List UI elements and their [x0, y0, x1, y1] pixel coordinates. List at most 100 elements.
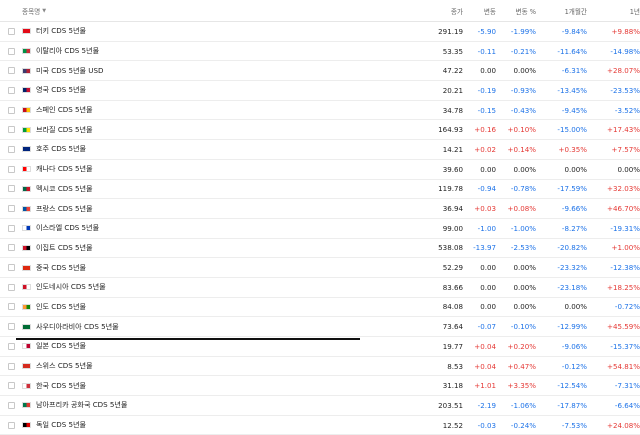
star-icon[interactable] [7, 165, 15, 173]
table-row[interactable]: 사우디아라비아 CDS 5년물 73.64 -0.07 -0.10% -12.99% +4… [0, 317, 640, 337]
table-row[interactable]: 프랑스 CDS 5년물 36.94 +0.03 +0.08% -9.66% +46.70% [0, 199, 640, 219]
instrument-name[interactable]: 멕시코 CDS 5년물 [36, 184, 93, 194]
star-icon[interactable] [7, 145, 15, 153]
star-cell[interactable] [0, 224, 22, 232]
instrument-name[interactable]: 브라질 CDS 5년물 [36, 125, 93, 135]
table-row[interactable]: 스페인 CDS 5년물 34.78 -0.15 -0.43% -9.45% -3.52% [0, 101, 640, 121]
star-cell[interactable] [0, 126, 22, 134]
name-cell[interactable]: 터키 CDS 5년물 [22, 26, 360, 36]
instrument-name[interactable]: 이집트 CDS 5년물 [36, 243, 93, 253]
name-cell[interactable]: 인도 CDS 5년물 [22, 302, 360, 312]
header-chg[interactable]: 변동 [463, 6, 496, 16]
instrument-name[interactable]: 호주 CDS 5년물 [36, 144, 86, 154]
star-icon[interactable] [7, 283, 15, 291]
table-row[interactable]: 인도네시아 CDS 5년물 83.66 0.00 0.00% -23.18% +18.25… [0, 278, 640, 298]
instrument-name[interactable]: 중국 CDS 5년물 [36, 263, 86, 273]
name-cell[interactable]: 일본 CDS 5년물 [22, 341, 360, 351]
name-cell[interactable]: 중국 CDS 5년물 [22, 263, 360, 273]
name-cell[interactable]: 브라질 CDS 5년물 [22, 125, 360, 135]
instrument-name[interactable]: 영국 CDS 5년물 [36, 85, 86, 95]
star-cell[interactable] [0, 401, 22, 409]
star-cell[interactable] [0, 382, 22, 390]
star-cell[interactable] [0, 303, 22, 311]
header-1y[interactable]: 1년 [587, 6, 640, 16]
table-row[interactable]: 인도 CDS 5년물 84.08 0.00 0.00% 0.00% -0.72% [0, 298, 640, 318]
star-cell[interactable] [0, 264, 22, 272]
name-cell[interactable]: 독일 CDS 5년물 [22, 420, 360, 430]
star-icon[interactable] [7, 382, 15, 390]
instrument-name[interactable]: 이스라엘 CDS 5년물 [36, 223, 99, 233]
table-row[interactable]: 이집트 CDS 5년물 538.08 -13.97 -2.53% -20.82% +1.0… [0, 239, 640, 259]
table-row[interactable]: 스위스 CDS 5년물 8.53 +0.04 +0.47% -0.12% +54.81% [0, 357, 640, 377]
star-cell[interactable] [0, 342, 22, 350]
star-cell[interactable] [0, 106, 22, 114]
instrument-name[interactable]: 프랑스 CDS 5년물 [36, 204, 93, 214]
instrument-name[interactable]: 스위스 CDS 5년물 [36, 361, 93, 371]
name-cell[interactable]: 이집트 CDS 5년물 [22, 243, 360, 253]
star-icon[interactable] [7, 205, 15, 213]
star-cell[interactable] [0, 145, 22, 153]
star-icon[interactable] [7, 244, 15, 252]
star-cell[interactable] [0, 362, 22, 370]
name-cell[interactable]: 멕시코 CDS 5년물 [22, 184, 360, 194]
star-cell[interactable] [0, 86, 22, 94]
table-row[interactable]: 호주 CDS 5년물 14.21 +0.02 +0.14% +0.35% +7.57% [0, 140, 640, 160]
instrument-name[interactable]: 인도 CDS 5년물 [36, 302, 86, 312]
instrument-name[interactable]: 캐나다 CDS 5년물 [36, 164, 93, 174]
name-cell[interactable]: 영국 CDS 5년물 [22, 85, 360, 95]
name-cell[interactable]: 이탈리아 CDS 5년물 [22, 46, 360, 56]
name-cell[interactable]: 인도네시아 CDS 5년물 [22, 282, 360, 292]
star-icon[interactable] [7, 67, 15, 75]
star-icon[interactable] [7, 264, 15, 272]
instrument-name[interactable]: 사우디아라비아 CDS 5년물 [36, 322, 119, 332]
instrument-name[interactable]: 이탈리아 CDS 5년물 [36, 46, 99, 56]
table-row[interactable]: 한국 CDS 5년물 31.18 +1.01 +3.35% -12.54% -7.31% [0, 376, 640, 397]
instrument-name[interactable]: 한국 CDS 5년물 [36, 381, 86, 391]
table-row[interactable]: 미국 CDS 5년물 USD 47.22 0.00 0.00% -6.31% +28.07… [0, 61, 640, 82]
table-row[interactable]: 독일 CDS 5년물 12.52 -0.03 -0.24% -7.53% +24.08% [0, 416, 640, 435]
star-icon[interactable] [7, 185, 15, 193]
star-cell[interactable] [0, 67, 22, 75]
star-icon[interactable] [7, 362, 15, 370]
instrument-name[interactable]: 일본 CDS 5년물 [36, 341, 86, 351]
star-icon[interactable] [7, 421, 15, 429]
star-icon[interactable] [7, 342, 15, 350]
star-cell[interactable] [0, 47, 22, 55]
name-cell[interactable]: 사우디아라비아 CDS 5년물 [22, 322, 360, 332]
star-icon[interactable] [7, 126, 15, 134]
name-cell[interactable]: 호주 CDS 5년물 [22, 144, 360, 154]
table-row[interactable]: 브라질 CDS 5년물 164.93 +0.16 +0.10% -15.00% +17.4… [0, 120, 640, 141]
table-row[interactable]: 이스라엘 CDS 5년물 99.00 -1.00 -1.00% -8.27% -19.31… [0, 219, 640, 239]
name-cell[interactable]: 프랑스 CDS 5년물 [22, 204, 360, 214]
star-cell[interactable] [0, 283, 22, 291]
table-row[interactable]: 터키 CDS 5년물 291.19 -5.90 -1.99% -9.84% +9.88% [0, 22, 640, 42]
table-row[interactable]: 영국 CDS 5년물 20.21 -0.19 -0.93% -13.45% -23.53% [0, 81, 640, 101]
instrument-name[interactable]: 독일 CDS 5년물 [36, 420, 86, 430]
instrument-name[interactable]: 터키 CDS 5년물 [36, 26, 86, 36]
name-cell[interactable]: 캐나다 CDS 5년물 [22, 164, 360, 174]
header-1m[interactable]: 1개월간 [536, 6, 587, 16]
star-icon[interactable] [7, 27, 15, 35]
star-icon[interactable] [7, 224, 15, 232]
star-cell[interactable] [0, 205, 22, 213]
table-row[interactable]: 캐나다 CDS 5년물 39.60 0.00 0.00% 0.00% 0.00% [0, 160, 640, 180]
star-cell[interactable] [0, 185, 22, 193]
header-name[interactable]: 종목명 ▼ [22, 6, 360, 16]
name-cell[interactable]: 미국 CDS 5년물 USD [22, 66, 360, 76]
name-cell[interactable]: 이스라엘 CDS 5년물 [22, 223, 360, 233]
star-cell[interactable] [0, 421, 22, 429]
star-icon[interactable] [7, 303, 15, 311]
star-icon[interactable] [7, 106, 15, 114]
star-icon[interactable] [7, 401, 15, 409]
header-last[interactable]: 종가 [360, 6, 463, 16]
name-cell[interactable]: 스페인 CDS 5년물 [22, 105, 360, 115]
table-row[interactable]: 이탈리아 CDS 5년물 53.35 -0.11 -0.21% -11.64% -14.9… [0, 42, 640, 62]
table-row[interactable]: 남아프리카 공화국 CDS 5년물 203.51 -2.19 -1.06% -17.87… [0, 396, 640, 416]
star-cell[interactable] [0, 323, 22, 331]
instrument-name[interactable]: 미국 CDS 5년물 USD [36, 66, 103, 76]
instrument-name[interactable]: 인도네시아 CDS 5년물 [36, 282, 106, 292]
table-row[interactable]: 멕시코 CDS 5년물 119.78 -0.94 -0.78% -17.59% +32.0… [0, 180, 640, 200]
star-cell[interactable] [0, 27, 22, 35]
star-icon[interactable] [7, 86, 15, 94]
name-cell[interactable]: 스위스 CDS 5년물 [22, 361, 360, 371]
